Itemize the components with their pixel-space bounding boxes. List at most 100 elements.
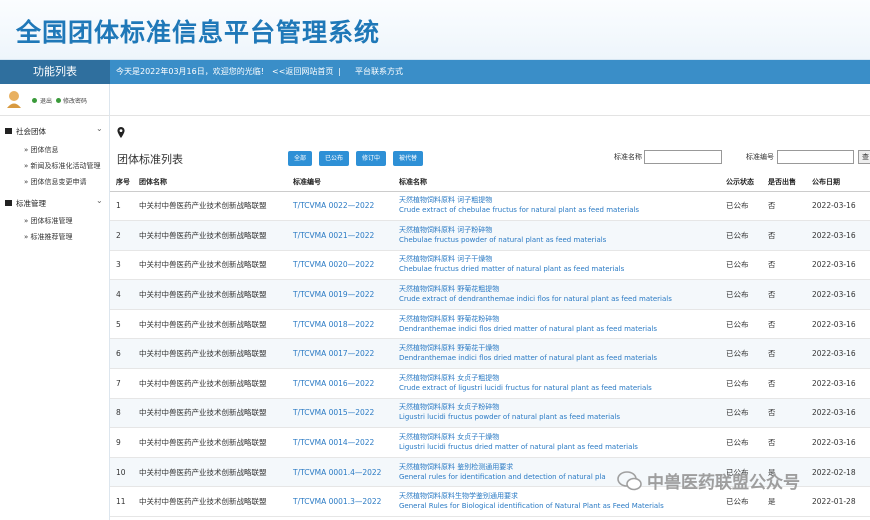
status-cell: 已公布 xyxy=(726,191,768,222)
folder-icon xyxy=(5,200,12,206)
publish-date-cell: 2022-01-28 xyxy=(812,486,870,518)
standard-name-zh[interactable]: 天然植物饲料原料 野菊花粗提物 xyxy=(399,285,726,294)
standard-name-en[interactable]: Crude extract of ligustri lucidi fructus… xyxy=(399,383,726,393)
change-password-link[interactable]: 修改密码 xyxy=(63,96,87,105)
standard-code-link[interactable]: T/TCVMA 0017—2022 xyxy=(293,338,399,370)
standard-name-zh[interactable]: 天然植物饲料原料 女贞子粉碎物 xyxy=(399,403,726,412)
standard-name-zh[interactable]: 天然植物饲料原料 野菊花干燥物 xyxy=(399,344,726,353)
standard-name-zh[interactable]: 天然植物饲料原料 女贞子粗提物 xyxy=(399,374,726,383)
standard-name-zh[interactable]: 天然植物饲料原料 诃子粉碎物 xyxy=(399,226,726,235)
standard-name-zh[interactable]: 天然植物饲料原料生物学鉴别通用要求 xyxy=(399,492,726,501)
standard-name-en[interactable]: Crude extract of chebulae fructus for na… xyxy=(399,205,726,215)
filter-published-button[interactable]: 已公布 xyxy=(319,151,349,166)
standard-code-link[interactable]: T/TCVMA 0021—2022 xyxy=(293,220,399,251)
standard-name-cell[interactable]: 天然植物饲料原料 女贞子粉碎物 Ligustri lucidi fructus p… xyxy=(399,398,726,429)
table-row: 8 中关村中兽医药产业技术创新战略联盟 T/TCVMA 0015—2022 天然植物饲… xyxy=(110,398,870,429)
table-row: 5 中关村中兽医药产业技术创新战略联盟 T/TCVMA 0018—2022 天然植物饲… xyxy=(110,309,870,340)
standard-name-zh[interactable]: 天然植物饲料原料 女贞子干燥物 xyxy=(399,433,726,442)
standard-code-link[interactable]: T/TCVMA 0001.4—2022 xyxy=(293,457,399,488)
table-row: 9 中关村中兽医药产业技术创新战略联盟 T/TCVMA 0014—2022 天然植物饲… xyxy=(110,427,870,458)
row-number: 5 xyxy=(110,309,139,340)
column-header: 公布日期 xyxy=(812,174,870,192)
sidebar-item-standard-mgmt[interactable]: » 团体标准管理 xyxy=(24,216,73,226)
org-name: 中关村中兽医药产业技术创新战略联盟 xyxy=(139,398,293,429)
org-name: 中关村中兽医药产业技术创新战略联盟 xyxy=(139,220,293,251)
sidebar-item-news[interactable]: » 新闻及标准化活动管理 xyxy=(24,161,101,171)
standard-code-input[interactable] xyxy=(777,150,854,164)
standard-name-cell[interactable]: 天然植物饲料原料 女贞子干燥物 Ligustri lucidi fructus d… xyxy=(399,427,726,458)
standard-name-cell[interactable]: 天然植物饲料原料 诃子干燥物 Chebulae fructus dried mat… xyxy=(399,250,726,281)
standard-name-en[interactable]: Dendranthemae indici flos dried matter o… xyxy=(399,324,726,334)
location-pin-icon xyxy=(117,127,125,138)
standard-code-link[interactable]: T/TCVMA 0001.3—2022 xyxy=(293,486,399,518)
standard-name-zh[interactable]: 天然植物饲料原料 野菊花粉碎物 xyxy=(399,315,726,324)
back-to-home-link[interactable]: <<返回网站首页 xyxy=(272,60,333,84)
row-number: 2 xyxy=(110,220,139,251)
row-number: 11 xyxy=(110,486,139,518)
standard-name-en[interactable]: Chebulae fructus dried matter of natural… xyxy=(399,264,726,274)
row-number: 6 xyxy=(110,338,139,370)
standard-code-link[interactable]: T/TCVMA 0016—2022 xyxy=(293,368,399,399)
publish-date-cell: 2022-03-16 xyxy=(812,398,870,429)
publish-date-cell: 2022-02-18 xyxy=(812,457,870,488)
sidebar-item-org-info[interactable]: » 团体信息 xyxy=(24,145,59,155)
sidebar-group-standards[interactable]: 标准管理 ⌄ xyxy=(0,196,110,211)
watermark: 中兽医药联盟公众号 xyxy=(647,473,800,493)
header-banner: 全国团体标准信息平台管理系统 xyxy=(0,0,870,60)
standard-name-cell[interactable]: 天然植物饲料原料 野菊花粉碎物 Dendranthemae indici flos… xyxy=(399,309,726,340)
page-title: 团体标准列表 xyxy=(117,153,183,166)
org-name: 中关村中兽医药产业技术创新战略联盟 xyxy=(139,338,293,370)
standard-code-link[interactable]: T/TCVMA 0018—2022 xyxy=(293,309,399,340)
filter-replaced-button[interactable]: 被代替 xyxy=(393,151,423,166)
status-cell: 已公布 xyxy=(726,338,768,370)
org-name: 中关村中兽医药产业技术创新战略联盟 xyxy=(139,191,293,222)
column-header: 公示状态 xyxy=(726,174,768,192)
standard-name-cell[interactable]: 天然植物饲料原料 野菊花干燥物 Dendranthemae indici flos… xyxy=(399,338,726,370)
standard-name-zh[interactable]: 天然植物饲料原料 诃子粗提物 xyxy=(399,196,726,205)
row-number: 10 xyxy=(110,457,139,488)
publish-date-cell: 2022-03-16 xyxy=(812,279,870,310)
sidebar-item-recommend-mgmt[interactable]: » 标准推荐管理 xyxy=(24,232,73,242)
logout-link[interactable]: 退出 xyxy=(40,96,52,105)
row-number: 1 xyxy=(110,191,139,222)
standard-code-link[interactable]: T/TCVMA 0022—2022 xyxy=(293,191,399,222)
search-button[interactable]: 查 xyxy=(858,150,870,164)
column-header: 标准名称 xyxy=(399,174,726,192)
standard-name-en[interactable]: General Rules for Biological identificat… xyxy=(399,501,726,511)
sidebar-group-social[interactable]: 社会团体 ⌄ xyxy=(0,124,110,139)
column-header: 团体名称 xyxy=(139,174,293,192)
org-name: 中关村中兽医药产业技术创新战略联盟 xyxy=(139,368,293,399)
standard-code-link[interactable]: T/TCVMA 0015—2022 xyxy=(293,398,399,429)
standard-name-cell[interactable]: 天然植物饲料原料 女贞子粗提物 Crude extract of ligustri… xyxy=(399,368,726,399)
table-row: 2 中关村中兽医药产业技术创新战略联盟 T/TCVMA 0021—2022 天然植物饲… xyxy=(110,220,870,251)
row-number: 3 xyxy=(110,250,139,281)
standard-name-input[interactable] xyxy=(644,150,722,164)
standard-name-cell[interactable]: 天然植物饲料原料 野菊花粗提物 Crude extract of dendrant… xyxy=(399,279,726,310)
standard-name-cell[interactable]: 天然植物饲料原料 诃子粗提物 Crude extract of chebulae … xyxy=(399,191,726,222)
standard-name-en[interactable]: Ligustri lucidi fructus powder of natura… xyxy=(399,412,726,422)
for-sale-cell: 否 xyxy=(768,427,812,458)
contact-link[interactable]: 平台联系方式 xyxy=(355,60,403,84)
column-header: 序号 xyxy=(110,174,139,192)
org-name: 中关村中兽医药产业技术创新战略联盟 xyxy=(139,279,293,310)
sidebar-item-info-change[interactable]: » 团体信息变更申请 xyxy=(24,177,87,187)
status-cell: 已公布 xyxy=(726,220,768,251)
standard-code-link[interactable]: T/TCVMA 0019—2022 xyxy=(293,279,399,310)
filter-revising-button[interactable]: 修订中 xyxy=(356,151,386,166)
standard-code-link[interactable]: T/TCVMA 0020—2022 xyxy=(293,250,399,281)
standard-name-cell[interactable]: 天然植物饲料原料 诃子粉碎物 Chebulae fructus powder of… xyxy=(399,220,726,251)
standard-name-en[interactable]: Chebulae fructus powder of natural plant… xyxy=(399,235,726,245)
password-dot-icon xyxy=(56,98,61,103)
publish-date-cell: 2022-03-16 xyxy=(812,309,870,340)
avatar-icon xyxy=(7,91,21,108)
org-name: 中关村中兽医药产业技术创新战略联盟 xyxy=(139,486,293,518)
standard-code-link[interactable]: T/TCVMA 0014—2022 xyxy=(293,427,399,458)
standard-name-en[interactable]: Ligustri lucidi fructus dried matter of … xyxy=(399,442,726,452)
standard-name-en[interactable]: Dendranthemae indici flos dried matter o… xyxy=(399,353,726,363)
standard-name-zh[interactable]: 天然植物饲料原料 诃子干燥物 xyxy=(399,255,726,264)
standard-name-en[interactable]: Crude extract of dendranthemae indici fl… xyxy=(399,294,726,304)
folder-icon xyxy=(5,128,12,134)
sidebar-group-label: 标准管理 xyxy=(16,199,46,208)
row-number: 7 xyxy=(110,368,139,399)
filter-all-button[interactable]: 全部 xyxy=(288,151,312,166)
